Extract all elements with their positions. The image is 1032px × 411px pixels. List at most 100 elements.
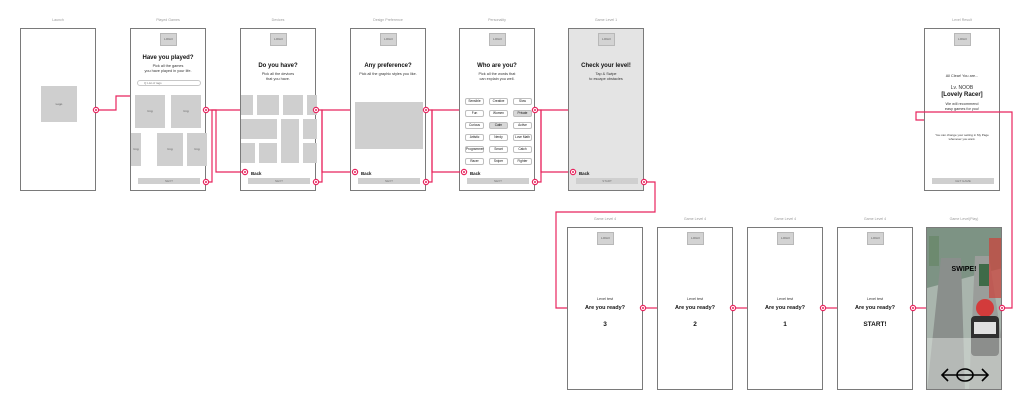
countdown-ready: Are you ready? — [764, 305, 806, 311]
game-image[interactable]: Img — [187, 133, 207, 166]
game-image[interactable]: Img — [171, 95, 201, 128]
screen-countdown-3: LOGO Level test Are you ready? 3 — [567, 227, 643, 390]
personality-desc-2: can explain you well. — [479, 77, 515, 81]
screen-game-level-1[interactable]: LOGO Check your level! Tap & Swipe to es… — [568, 28, 644, 191]
connector-line — [206, 109, 240, 183]
screen-label-launch: Launch — [52, 18, 64, 22]
countdown-number: 1 — [783, 321, 787, 328]
word-chip[interactable]: Nerdy — [489, 134, 508, 141]
back-link[interactable]: Back — [251, 171, 262, 176]
level1-desc-2: to escape obstacles — [589, 77, 623, 81]
screen-label-personality: Personality — [488, 18, 506, 22]
logo: LOGO — [598, 33, 615, 46]
device-tile[interactable] — [303, 143, 317, 163]
word-chip[interactable]: Slow — [513, 98, 532, 105]
word-chip[interactable]: Sensible — [465, 98, 484, 105]
screen-label-level1: Game Level 1 — [594, 18, 618, 22]
connector-line — [535, 109, 568, 183]
device-tile[interactable] — [307, 95, 317, 115]
devices-desc-2: that you have. — [266, 77, 290, 81]
connector-line — [316, 109, 350, 173]
device-tile[interactable] — [283, 95, 303, 115]
connector-line — [96, 95, 130, 111]
screen-label-countdown: Game Level 4 — [683, 217, 707, 221]
result-type: [Lovely Racer] — [941, 92, 983, 98]
game-image[interactable]: Img — [157, 133, 183, 166]
played-title: Have you played? — [142, 55, 194, 61]
devices-title: Do you have? — [258, 63, 298, 69]
game-image[interactable]: Img — [131, 133, 141, 166]
result-intro: All Clear! You are... — [945, 74, 979, 78]
back-link[interactable]: Back — [579, 171, 590, 176]
word-chip[interactable]: Creative — [489, 98, 508, 105]
start-button[interactable]: START — [576, 178, 638, 184]
word-chip[interactable]: Women — [489, 110, 508, 117]
screen-label-play: Game Level(Play) — [949, 217, 979, 221]
result-note-2: whenever you want. — [948, 137, 976, 141]
logo: LOGO — [687, 232, 704, 245]
device-tile[interactable] — [259, 143, 277, 163]
played-desc-2: you have played in your life. — [144, 69, 192, 73]
word-chip[interactable]: Fighter — [513, 158, 532, 165]
screen-played-games[interactable]: LOGO Have you played? Pick all the games… — [130, 28, 207, 191]
connector-line — [316, 109, 350, 183]
connector-line — [535, 109, 568, 173]
word-chip[interactable]: Love Math — [513, 134, 532, 141]
connector-line — [426, 109, 459, 183]
device-tile[interactable] — [303, 119, 317, 139]
logo: LOGO — [597, 232, 614, 245]
word-chip[interactable]: Catch — [513, 146, 532, 153]
device-tile[interactable] — [241, 119, 277, 139]
word-chip[interactable]: Curious — [465, 122, 484, 129]
countdown-caption: Level test — [776, 297, 794, 301]
screen-personality[interactable]: LOGO Who are you? Pick all the words tha… — [459, 28, 535, 191]
screen-countdown-1: LOGO Level test Are you ready? 1 — [747, 227, 823, 390]
countdown-ready: Are you ready? — [674, 305, 716, 311]
device-tile[interactable] — [241, 95, 253, 115]
next-button[interactable]: NEXT — [248, 178, 310, 184]
next-button[interactable]: NEXT — [138, 178, 200, 184]
logo: LOGO — [867, 232, 884, 245]
back-link[interactable]: Back — [361, 171, 372, 176]
countdown-number: 3 — [603, 321, 607, 328]
countdown-ready: Are you ready? — [854, 305, 896, 311]
screen-design-preference[interactable]: LOGO Any preference? Pick all the graphi… — [350, 28, 426, 191]
word-chip[interactable]: Artistic — [465, 134, 484, 141]
back-link[interactable]: Back — [470, 171, 481, 176]
logo: LOGO — [954, 33, 971, 46]
countdown-ready: Are you ready? — [584, 305, 626, 311]
screen-game-play[interactable]: SWIPE! — [926, 227, 1002, 390]
word-chip[interactable]: Programmer — [465, 146, 484, 153]
word-chip[interactable]: Private — [513, 110, 532, 117]
screen-devices[interactable]: LOGO Do you have? Pick all the devices t… — [240, 28, 317, 191]
graphic-style-placeholder[interactable] — [355, 102, 423, 149]
word-chip[interactable]: Active — [513, 122, 532, 129]
device-tile[interactable] — [257, 95, 279, 115]
countdown-caption: Level test — [866, 297, 884, 301]
device-tile[interactable] — [281, 119, 299, 163]
result-level: Lv. NOOB — [950, 85, 974, 91]
swipe-label: SWIPE! — [951, 266, 977, 273]
countdown-caption: Level test — [596, 297, 614, 301]
countdown-number: START! — [863, 321, 887, 328]
word-chip[interactable]: Racer — [465, 158, 484, 165]
device-tile[interactable] — [241, 143, 255, 163]
next-button[interactable]: NEXT — [467, 178, 529, 184]
search-input[interactable]: Q List of tags — [137, 80, 201, 86]
game-image[interactable]: Img — [135, 95, 165, 128]
next-button[interactable]: NEXT — [358, 178, 420, 184]
logo: LOGO — [489, 33, 506, 46]
swipe-left-right-icon — [940, 368, 990, 382]
logo: LOGO — [777, 232, 794, 245]
screen-level-result[interactable]: LOGO All Clear! You are... Lv. NOOB [Lov… — [924, 28, 1000, 191]
get-game-button[interactable]: GET GAME — [932, 178, 994, 184]
word-chip[interactable]: Fun — [465, 110, 484, 117]
game-photo — [927, 228, 1001, 389]
screen-launch[interactable]: Logo — [20, 28, 96, 191]
screen-label-countdown: Game Level 4 — [863, 217, 887, 221]
word-chip[interactable]: Calm — [489, 122, 508, 129]
word-chip[interactable]: Smart — [489, 146, 508, 153]
design-desc: Pick all the graphic styles you like. — [359, 72, 417, 76]
word-chip[interactable]: Sniper — [489, 158, 508, 165]
personality-title: Who are you? — [477, 63, 517, 69]
